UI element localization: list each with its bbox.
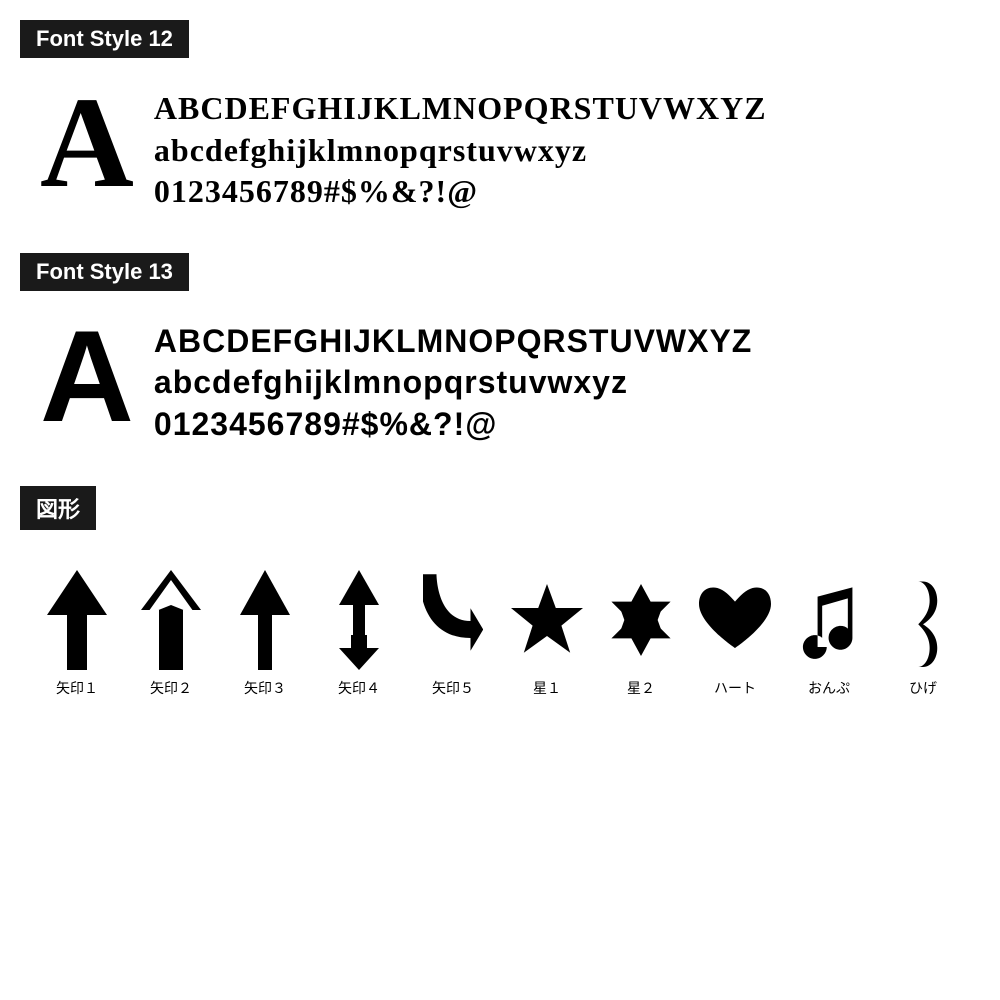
font-style-12-big-letter: A (40, 78, 134, 208)
shape-item-heart: ハート (695, 570, 775, 698)
shape-item-yazirushi5: 矢印５ (413, 570, 493, 698)
shapes-header: 図形 (20, 486, 96, 530)
font-style-13-big-letter: A (40, 311, 134, 441)
font-style-12-header: Font Style 12 (20, 20, 189, 58)
shape-item-hoshi2: 星２ (601, 570, 681, 698)
shape-item-yazirushi2: 矢印２ (131, 570, 211, 698)
yazirushi2-label: 矢印２ (150, 678, 192, 698)
yazirushi5-label: 矢印５ (432, 678, 474, 698)
yazirushi4-label: 矢印４ (338, 678, 380, 698)
hoshi2-icon (601, 570, 681, 670)
font-style-12-section: Font Style 12 A ABCDEFGHIJKLMNOPQRSTUVWX… (20, 20, 980, 213)
shape-item-hoshi1: 星１ (507, 570, 587, 698)
font-style-13-section: Font Style 13 A ABCDEFGHIJKLMNOPQRSTUVWX… (20, 253, 980, 446)
font-style-13-header: Font Style 13 (20, 253, 189, 291)
hige-label: ひげ (909, 678, 937, 698)
font-style-13-line1: ABCDEFGHIJKLMNOPQRSTUVWXYZ (154, 321, 752, 363)
font-style-12-line3: 0123456789#$%&?!@ (154, 171, 767, 213)
font-style-13-line3: 0123456789#$%&?!@ (154, 404, 752, 446)
shape-item-onpu: おんぷ (789, 570, 869, 698)
heart-label: ハート (714, 678, 756, 698)
shape-item-hige: ひげ (883, 570, 963, 698)
page: Font Style 12 A ABCDEFGHIJKLMNOPQRSTUVWX… (0, 0, 1000, 718)
shapes-section: 図形 矢印１ 矢印２ (20, 486, 980, 698)
hoshi1-icon (507, 570, 587, 670)
font-style-13-line2: abcdefghijklmnopqrstuvwxyz (154, 362, 752, 404)
font-style-12-preview: A ABCDEFGHIJKLMNOPQRSTUVWXYZ abcdefghijk… (20, 78, 980, 213)
yazirushi4-icon (319, 570, 399, 670)
hige-icon (883, 570, 963, 670)
onpu-label: おんぷ (808, 678, 850, 698)
font-style-12-line1: ABCDEFGHIJKLMNOPQRSTUVWXYZ (154, 88, 767, 130)
yazirushi2-icon (131, 570, 211, 670)
yazirushi1-label: 矢印１ (56, 678, 98, 698)
onpu-icon (789, 570, 869, 670)
yazirushi5-icon (413, 570, 493, 670)
font-style-13-preview: A ABCDEFGHIJKLMNOPQRSTUVWXYZ abcdefghijk… (20, 311, 980, 446)
font-style-12-line2: abcdefghijklmnopqrstuvwxyz (154, 130, 767, 172)
shapes-grid: 矢印１ 矢印２ (20, 550, 980, 698)
yazirushi3-label: 矢印３ (244, 678, 286, 698)
font-style-13-chars: ABCDEFGHIJKLMNOPQRSTUVWXYZ abcdefghijklm… (154, 311, 752, 446)
hoshi2-label: 星２ (627, 678, 655, 698)
yazirushi1-icon (37, 570, 117, 670)
shape-item-yazirushi1: 矢印１ (37, 570, 117, 698)
shape-item-yazirushi4: 矢印４ (319, 570, 399, 698)
shape-item-yazirushi3: 矢印３ (225, 570, 305, 698)
hoshi1-label: 星１ (533, 678, 561, 698)
yazirushi3-icon (225, 570, 305, 670)
heart-icon (695, 570, 775, 670)
font-style-12-chars: ABCDEFGHIJKLMNOPQRSTUVWXYZ abcdefghijklm… (154, 78, 767, 213)
